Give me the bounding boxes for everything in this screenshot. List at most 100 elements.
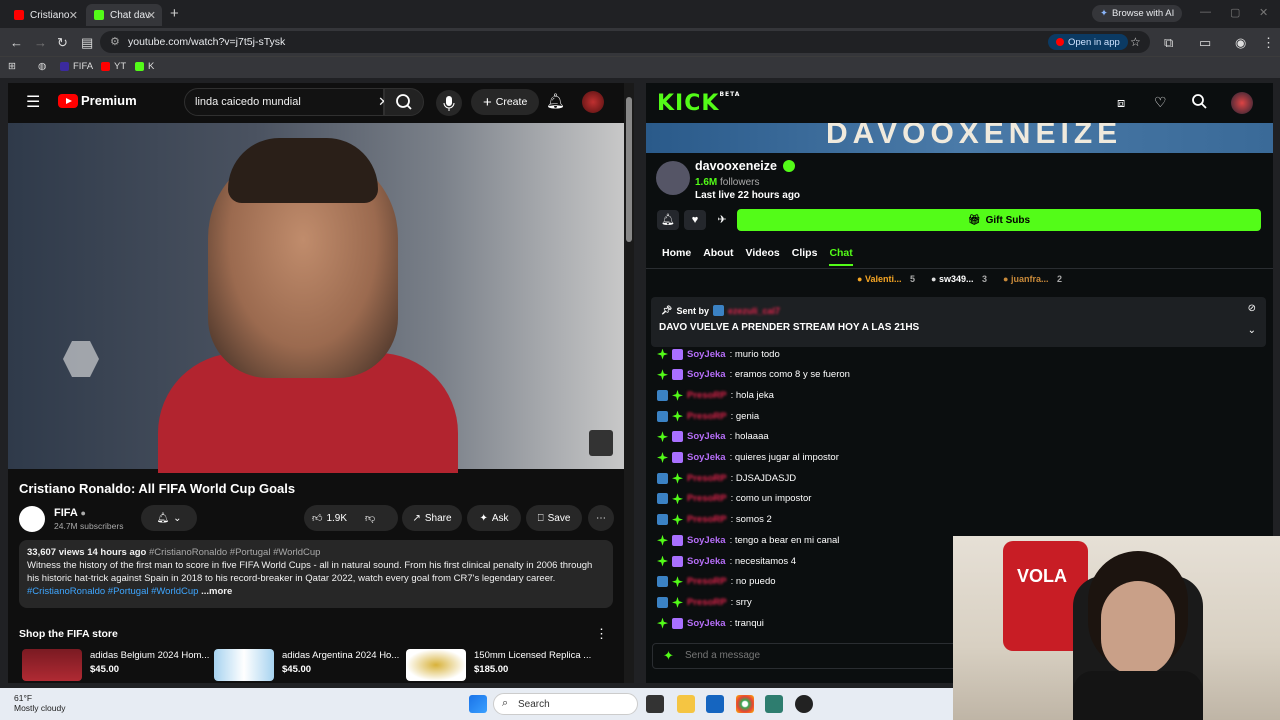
close-tab-icon[interactable]: ✕ bbox=[147, 9, 156, 22]
chat-username[interactable]: PresoRP bbox=[687, 576, 727, 587]
chat-message[interactable]: SoyJeka: tranqui bbox=[657, 615, 764, 631]
sidebar-icon[interactable]: ▤ bbox=[81, 35, 93, 51]
kick-logo[interactable]: KICKBETA bbox=[657, 91, 740, 116]
share-button[interactable]: ✈ bbox=[711, 210, 733, 230]
tab-home[interactable]: Home bbox=[662, 247, 691, 266]
globe-icon[interactable]: ◍ bbox=[38, 61, 46, 72]
more-icon[interactable]: ⋮ bbox=[595, 626, 608, 642]
address-bar[interactable]: ⚙ youtube.com/watch?v=j7t5j-sTysk Open i… bbox=[100, 31, 1150, 53]
chat-message[interactable]: PresoRP: como un impostor bbox=[657, 491, 811, 507]
like-button[interactable]: 👍︎ 1.9K bbox=[312, 512, 347, 525]
share-button[interactable]: ↗ Share bbox=[402, 505, 462, 531]
follow-button[interactable]: ♥ bbox=[684, 210, 706, 230]
channel-avatar[interactable] bbox=[19, 506, 45, 532]
new-tab-icon[interactable]: + bbox=[170, 5, 179, 22]
close-tab-icon[interactable]: ✕ bbox=[69, 9, 78, 22]
chat-username[interactable]: PresoRP bbox=[687, 411, 727, 422]
hashtag-links[interactable]: #CristianoRonaldo #Portugal #WorldCup bbox=[27, 586, 198, 597]
extensions-icon[interactable]: ⧉ bbox=[1164, 35, 1173, 51]
save-button[interactable]: ⎕ Save bbox=[526, 505, 582, 531]
minimize-icon[interactable]: — bbox=[1200, 6, 1211, 18]
chat-username[interactable]: PresoRP bbox=[687, 597, 727, 608]
tab-clips[interactable]: Clips bbox=[792, 247, 818, 266]
weather-widget[interactable]: 61°F Mostly cloudy bbox=[14, 693, 66, 713]
chat-username[interactable]: SoyJeka bbox=[687, 556, 726, 567]
chat-message[interactable]: SoyJeka: tengo a bear en mi canal bbox=[657, 532, 839, 548]
search-button[interactable] bbox=[384, 88, 424, 116]
chat-message[interactable]: SoyJeka: necesitamos 4 bbox=[657, 553, 796, 569]
chat-message[interactable]: SoyJeka: murio todo bbox=[657, 346, 780, 362]
chat-username[interactable]: PresoRP bbox=[687, 514, 727, 525]
video-description[interactable]: 33,607 views 14 hours ago #CristianoRona… bbox=[19, 540, 613, 608]
close-window-icon[interactable]: ✕ bbox=[1259, 6, 1268, 19]
start-icon[interactable] bbox=[469, 695, 487, 713]
chat-username[interactable]: SoyJeka bbox=[687, 431, 726, 442]
video-player[interactable] bbox=[8, 123, 624, 473]
tab-about[interactable]: About bbox=[703, 247, 733, 266]
forward-icon[interactable]: → bbox=[34, 35, 47, 50]
chat-message[interactable]: PresoRP: hola jeka bbox=[657, 387, 774, 403]
gift-subs-button[interactable]: 🎁︎ Gift Subs bbox=[737, 209, 1261, 231]
chat-username[interactable]: SoyJeka bbox=[687, 618, 726, 629]
chat-username[interactable]: SoyJeka bbox=[687, 349, 726, 360]
profile-icon[interactable]: ◉ bbox=[1235, 35, 1246, 51]
streamer-avatar[interactable] bbox=[656, 161, 690, 195]
tab-cristiano[interactable]: Cristiano ✕ bbox=[6, 4, 84, 26]
more-actions-button[interactable]: ⋯ bbox=[588, 505, 614, 531]
back-icon[interactable]: ← bbox=[10, 35, 23, 50]
subscribed-button[interactable]: 🔔︎ ⌄ bbox=[141, 505, 197, 531]
site-info-icon[interactable]: ⚙ bbox=[110, 35, 120, 48]
chat-username[interactable]: PresoRP bbox=[687, 473, 727, 484]
chat-username[interactable]: PresoRP bbox=[687, 390, 727, 401]
tab-chat[interactable]: Chat bbox=[829, 247, 853, 266]
notify-button[interactable]: 🔔︎ bbox=[657, 210, 679, 230]
taskbar-search[interactable]: ⌕ Search bbox=[493, 693, 638, 715]
chat-username[interactable]: PresoRP bbox=[687, 493, 727, 504]
bookmark-yt[interactable]: YT bbox=[101, 61, 126, 72]
apps-icon[interactable]: ⊞ bbox=[8, 61, 16, 72]
search-input[interactable]: linda caicedo mundial ✕ bbox=[184, 88, 389, 116]
chat-message[interactable]: SoyJeka: holaaaa bbox=[657, 429, 769, 445]
reading-mode-icon[interactable]: ▭ bbox=[1199, 35, 1211, 51]
heart-icon[interactable]: ♡ bbox=[1154, 94, 1167, 111]
chat-message[interactable]: PresoRP: no puedo bbox=[657, 574, 776, 590]
leader-item[interactable]: ● sw349... 3 bbox=[931, 274, 987, 284]
scrollbar-thumb[interactable] bbox=[626, 97, 632, 242]
tab-videos[interactable]: Videos bbox=[746, 247, 780, 266]
chat-message[interactable]: SoyJeka: eramos como 8 y se fueron bbox=[657, 367, 850, 383]
ask-button[interactable]: ✦ Ask bbox=[467, 505, 521, 531]
show-more-link[interactable]: ...more bbox=[201, 586, 232, 597]
chat-message[interactable]: PresoRP: srry bbox=[657, 594, 752, 610]
chat-username[interactable]: SoyJeka bbox=[687, 369, 726, 380]
app-icon[interactable] bbox=[795, 695, 813, 713]
task-view-icon[interactable] bbox=[646, 695, 664, 713]
create-button[interactable]: + Create bbox=[471, 89, 540, 115]
unpin-icon[interactable]: ⊘ bbox=[1248, 303, 1256, 314]
open-in-app-button[interactable]: Open in app bbox=[1048, 34, 1128, 50]
chevron-down-icon[interactable]: ⌄ bbox=[1248, 325, 1256, 336]
tab-chat[interactable]: Chat dav ✕ bbox=[86, 4, 162, 26]
avatar[interactable] bbox=[1231, 92, 1253, 114]
bookmark-star-icon[interactable]: ☆ bbox=[1130, 35, 1141, 49]
chat-message[interactable]: PresoRP: DJSAJDASJD bbox=[657, 470, 796, 486]
search-icon[interactable] bbox=[1191, 93, 1207, 109]
channel-name[interactable]: FIFA ● bbox=[54, 507, 86, 519]
leader-item[interactable]: ● Valenti... 5 bbox=[857, 274, 915, 284]
outlook-icon[interactable] bbox=[706, 695, 724, 713]
youtube-scrollbar[interactable] bbox=[624, 83, 634, 683]
notifications-bell-icon[interactable]: 🔔︎ bbox=[546, 92, 565, 110]
leader-item[interactable]: ● juanfra... 2 bbox=[1003, 274, 1062, 284]
chat-username[interactable]: SoyJeka bbox=[687, 535, 726, 546]
chat-message[interactable]: PresoRP: genia bbox=[657, 408, 759, 424]
reload-icon[interactable]: ↻ bbox=[57, 35, 68, 51]
chat-username[interactable]: SoyJeka bbox=[687, 452, 726, 463]
pinned-message[interactable]: 📌︎ Sent by ezezuli_cal7 DAVO VUELVE A PR… bbox=[651, 297, 1266, 347]
menu-icon[interactable]: ⋮ bbox=[1262, 35, 1275, 51]
maximize-icon[interactable]: ▢ bbox=[1230, 6, 1240, 19]
product-card[interactable]: adidas Belgium 2024 Hom... $45.00 bbox=[22, 649, 209, 681]
emote-icon[interactable]: ✦ bbox=[663, 648, 674, 664]
product-card[interactable]: adidas Argentina 2024 Ho... $45.00 bbox=[214, 649, 399, 681]
app-icon[interactable] bbox=[765, 695, 783, 713]
gift-box-icon[interactable]: ⧈ bbox=[1117, 95, 1125, 111]
voice-search-button[interactable] bbox=[436, 90, 462, 116]
